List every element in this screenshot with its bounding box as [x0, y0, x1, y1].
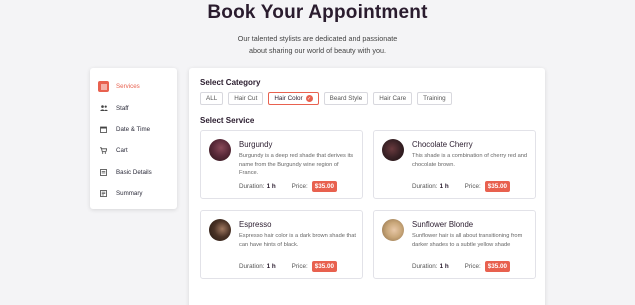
sidebar-item-label: Staff	[116, 104, 129, 112]
price-badge: $35.00	[484, 261, 511, 272]
service-description: Sunflower hair is all about transitionin…	[412, 233, 523, 248]
service-name: Espresso	[239, 220, 272, 229]
page-title: Book Your Appointment	[207, 2, 428, 23]
duration-value: 1 h	[439, 183, 449, 190]
sidebar-item-label: Date & Time	[116, 125, 151, 133]
service-meta: Duration: 1 h Price: $35.00	[412, 261, 511, 272]
list-icon	[98, 81, 109, 93]
service-description: Espresso hair color is a dark brown shad…	[239, 233, 356, 248]
category-chip-training[interactable]: Training	[417, 92, 452, 105]
price-label: Price:	[464, 263, 481, 270]
sidebar-item-services[interactable]: Services	[98, 76, 169, 97]
service-meta: Duration: 1 h Price: $35.00	[412, 181, 511, 192]
chip-label: Hair Cut	[234, 95, 258, 102]
avatar	[382, 139, 404, 161]
duration-value: 1 h	[439, 263, 449, 270]
price-badge: $35.00	[484, 181, 511, 192]
service-meta: Duration: 1 h Price: $35.00	[239, 261, 338, 272]
avatar	[209, 139, 231, 161]
sidebar-item-label: Cart	[116, 147, 128, 155]
duration-label: Duration:	[239, 183, 265, 190]
summary-icon	[98, 188, 109, 199]
duration-label: Duration:	[412, 263, 438, 270]
page-subtitle: Our talented stylists are dedicated and …	[0, 33, 635, 56]
category-chip-hair-color[interactable]: Hair Color ✓	[268, 92, 319, 105]
duration-label: Duration:	[412, 183, 438, 190]
service-name: Burgundy	[239, 140, 273, 149]
service-name: Chocolate Cherry	[412, 140, 473, 149]
service-card-sunflower-blonde[interactable]: Sunflower Blonde Sunflower hair is all a…	[373, 210, 536, 279]
sidebar-item-staff[interactable]: Staff	[98, 97, 169, 118]
duration-value: 1 h	[266, 263, 276, 270]
chip-label: Training	[423, 95, 446, 102]
service-section-title: Select Service	[200, 116, 255, 125]
chip-label: Beard Style	[329, 95, 363, 102]
form-icon	[98, 167, 109, 178]
service-description: This shade is a combination of cherry re…	[412, 153, 528, 168]
chip-label: Hair Care	[379, 95, 407, 102]
service-card-espresso[interactable]: Espresso Espresso hair color is a dark b…	[200, 210, 363, 279]
category-section-title: Select Category	[200, 78, 261, 87]
service-name: Sunflower Blonde	[412, 220, 474, 229]
price-badge: $35.00	[311, 181, 338, 192]
sidebar-item-label: Summary	[116, 190, 143, 198]
sidebar-item-label: Services	[116, 83, 140, 91]
price-label: Price:	[464, 183, 481, 190]
cart-icon	[98, 145, 109, 156]
avatar	[209, 219, 231, 241]
duration-value: 1 h	[266, 183, 276, 190]
category-filter-bar: ALL Hair Cut Hair Color ✓ Beard Style Ha…	[200, 92, 457, 105]
sidebar-item-label: Basic Details	[116, 168, 152, 176]
sidebar-item-summary[interactable]: Summary	[98, 183, 169, 204]
service-card-burgundy[interactable]: Burgundy Burgundy is a deep red shade th…	[200, 130, 363, 199]
service-meta: Duration: 1 h Price: $35.00	[239, 181, 338, 192]
sidebar-item-basic-details[interactable]: Basic Details	[98, 162, 169, 183]
category-chip-all[interactable]: ALL	[200, 92, 224, 105]
service-description: Burgundy is a deep red shade that derive…	[239, 153, 354, 177]
duration-label: Duration:	[239, 263, 265, 270]
service-selection-panel: Select Category ALL Hair Cut Hair Color …	[189, 68, 545, 305]
price-label: Price:	[291, 183, 308, 190]
check-icon: ✓	[305, 95, 313, 102]
sidebar-item-date-time[interactable]: Date & Time	[98, 119, 169, 140]
people-icon	[98, 103, 109, 114]
service-card-chocolate-cherry[interactable]: Chocolate Cherry This shade is a combina…	[373, 130, 536, 199]
sidebar-item-cart[interactable]: Cart	[98, 140, 169, 161]
price-badge: $35.00	[311, 261, 338, 272]
booking-steps-sidebar: Services Staff Date & Time Cart Basic De…	[90, 68, 177, 209]
category-chip-hair-care[interactable]: Hair Care	[373, 92, 413, 105]
chip-label: ALL	[206, 95, 218, 102]
price-label: Price:	[291, 263, 308, 270]
chip-label: Hair Color	[274, 95, 303, 102]
calendar-icon	[98, 124, 109, 135]
category-chip-beard-style[interactable]: Beard Style	[323, 92, 369, 105]
subtitle-line-2: about sharing our world of beauty with y…	[248, 45, 387, 55]
avatar	[382, 219, 404, 241]
subtitle-line-1: Our talented stylists are dedicated and …	[237, 34, 398, 43]
category-chip-hair-cut[interactable]: Hair Cut	[228, 92, 264, 105]
